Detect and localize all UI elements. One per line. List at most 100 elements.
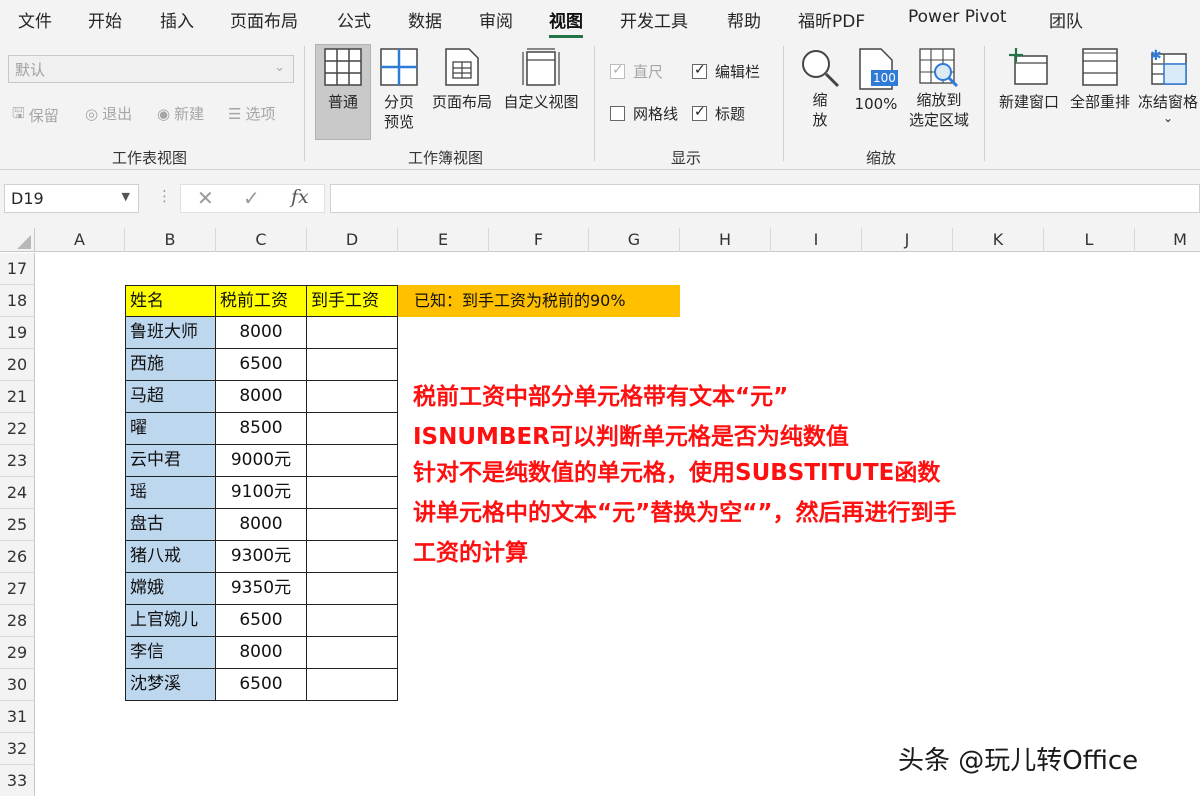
name-cell[interactable]: 沈梦溪 bbox=[125, 669, 216, 701]
column-header-G[interactable]: G bbox=[589, 228, 680, 252]
net-salary-cell[interactable] bbox=[307, 477, 398, 509]
net-salary-cell[interactable] bbox=[307, 509, 398, 541]
column-header-A[interactable]: A bbox=[35, 228, 125, 252]
insert-function-icon[interactable]: fx bbox=[291, 186, 309, 208]
row-header-30[interactable]: 30 bbox=[0, 669, 35, 701]
enter-icon[interactable]: ✓ bbox=[243, 186, 260, 210]
ruler-checkbox[interactable]: 直尺 bbox=[610, 61, 663, 82]
row-header-20[interactable]: 20 bbox=[0, 349, 35, 381]
tab-6[interactable]: 审阅 bbox=[479, 7, 513, 32]
net-salary-cell[interactable] bbox=[307, 349, 398, 381]
table-header-cell[interactable]: 姓名 bbox=[125, 285, 216, 317]
freeze-panes-button[interactable]: ✱ 冻结窗格 ⌄ bbox=[1136, 48, 1200, 124]
note-cell[interactable]: 已知：到手工资为税前的90% bbox=[398, 285, 680, 317]
row-header-28[interactable]: 28 bbox=[0, 605, 35, 637]
row-header-26[interactable]: 26 bbox=[0, 541, 35, 573]
row-header-29[interactable]: 29 bbox=[0, 637, 35, 669]
column-header-C[interactable]: C bbox=[216, 228, 307, 252]
name-cell[interactable]: 李信 bbox=[125, 637, 216, 669]
options-button[interactable]: ☰ 选项 bbox=[228, 103, 275, 124]
name-cell[interactable]: 马超 bbox=[125, 381, 216, 413]
name-cell[interactable]: 云中君 bbox=[125, 445, 216, 477]
net-salary-cell[interactable] bbox=[307, 381, 398, 413]
tab-8[interactable]: 开发工具 bbox=[620, 7, 688, 32]
salary-cell[interactable]: 8000 bbox=[216, 381, 307, 413]
resize-handle-icon[interactable]: ⋮ bbox=[157, 187, 172, 205]
zoom-to-selection-button[interactable]: 缩放到 选定区域 bbox=[904, 48, 974, 130]
tab-3[interactable]: 页面布局 bbox=[230, 7, 298, 32]
name-cell[interactable]: 猪八戒 bbox=[125, 541, 216, 573]
net-salary-cell[interactable] bbox=[307, 605, 398, 637]
name-box[interactable]: D19 ▼ bbox=[4, 184, 139, 213]
net-salary-cell[interactable] bbox=[307, 445, 398, 477]
custom-view-button[interactable]: 自定义视图 bbox=[500, 48, 582, 112]
normal-view-button[interactable]: 普通 bbox=[318, 48, 368, 112]
salary-cell[interactable]: 8000 bbox=[216, 317, 307, 349]
net-salary-cell[interactable] bbox=[307, 669, 398, 701]
arrange-all-button[interactable]: 全部重排 bbox=[1066, 48, 1134, 112]
tab-1[interactable]: 开始 bbox=[88, 7, 122, 32]
cancel-icon[interactable]: ✕ bbox=[197, 186, 214, 210]
row-header-24[interactable]: 24 bbox=[0, 477, 35, 509]
column-header-D[interactable]: D bbox=[307, 228, 398, 252]
page-break-preview-button[interactable]: 分页 预览 bbox=[376, 48, 422, 132]
salary-cell[interactable]: 9300元 bbox=[216, 541, 307, 573]
row-header-23[interactable]: 23 bbox=[0, 445, 35, 477]
gridlines-checkbox[interactable]: 网格线 bbox=[610, 103, 678, 124]
tab-5[interactable]: 数据 bbox=[408, 7, 442, 32]
salary-cell[interactable]: 6500 bbox=[216, 669, 307, 701]
exit-button[interactable]: ◎ 退出 bbox=[85, 103, 132, 124]
formula-bar-checkbox[interactable]: 编辑栏 bbox=[692, 61, 760, 82]
tab-4[interactable]: 公式 bbox=[337, 7, 371, 32]
tab-7[interactable]: 视图 bbox=[549, 7, 583, 38]
row-header-32[interactable]: 32 bbox=[0, 733, 35, 765]
salary-cell[interactable]: 9350元 bbox=[216, 573, 307, 605]
tab-11[interactable]: Power Pivot bbox=[908, 7, 1007, 27]
column-header-J[interactable]: J bbox=[862, 228, 953, 252]
name-cell[interactable]: 瑶 bbox=[125, 477, 216, 509]
row-header-19[interactable]: 19 bbox=[0, 317, 35, 349]
salary-cell[interactable]: 8500 bbox=[216, 413, 307, 445]
zoom-100-button[interactable]: 100 100% bbox=[852, 48, 900, 114]
tab-10[interactable]: 福昕PDF bbox=[798, 7, 865, 32]
column-header-H[interactable]: H bbox=[680, 228, 771, 252]
salary-cell[interactable]: 8000 bbox=[216, 637, 307, 669]
salary-cell[interactable]: 6500 bbox=[216, 349, 307, 381]
name-cell[interactable]: 西施 bbox=[125, 349, 216, 381]
new-view-button[interactable]: ◉ 新建 bbox=[157, 103, 204, 124]
select-all-corner[interactable] bbox=[0, 228, 35, 252]
name-cell[interactable]: 嫦娥 bbox=[125, 573, 216, 605]
net-salary-cell[interactable] bbox=[307, 637, 398, 669]
row-header-22[interactable]: 22 bbox=[0, 413, 35, 445]
zoom-button[interactable]: 缩 放 bbox=[797, 48, 843, 130]
table-header-cell[interactable]: 到手工资 bbox=[307, 285, 398, 317]
table-header-cell[interactable]: 税前工资 bbox=[216, 285, 307, 317]
column-header-E[interactable]: E bbox=[398, 228, 489, 252]
net-salary-cell[interactable] bbox=[307, 573, 398, 605]
net-salary-cell[interactable] bbox=[307, 317, 398, 349]
row-header-27[interactable]: 27 bbox=[0, 573, 35, 605]
row-header-33[interactable]: 33 bbox=[0, 765, 35, 796]
sheet-view-select[interactable]: 默认 ⌄ bbox=[8, 55, 294, 83]
column-header-L[interactable]: L bbox=[1044, 228, 1135, 252]
name-cell[interactable]: 盘古 bbox=[125, 509, 216, 541]
formula-input[interactable] bbox=[330, 184, 1200, 213]
tab-2[interactable]: 插入 bbox=[160, 7, 194, 32]
row-header-18[interactable]: 18 bbox=[0, 285, 35, 317]
name-cell[interactable]: 上官婉儿 bbox=[125, 605, 216, 637]
row-header-31[interactable]: 31 bbox=[0, 701, 35, 733]
salary-cell[interactable]: 9000元 bbox=[216, 445, 307, 477]
net-salary-cell[interactable] bbox=[307, 541, 398, 573]
column-header-I[interactable]: I bbox=[771, 228, 862, 252]
headings-checkbox[interactable]: 标题 bbox=[692, 103, 745, 124]
tab-12[interactable]: 团队 bbox=[1049, 7, 1083, 32]
row-header-25[interactable]: 25 bbox=[0, 509, 35, 541]
tab-0[interactable]: 文件 bbox=[18, 7, 52, 32]
net-salary-cell[interactable] bbox=[307, 413, 398, 445]
column-header-M[interactable]: M bbox=[1135, 228, 1200, 252]
tab-9[interactable]: 帮助 bbox=[727, 7, 761, 32]
row-header-21[interactable]: 21 bbox=[0, 381, 35, 413]
new-window-button[interactable]: 新建窗口 bbox=[996, 48, 1062, 112]
salary-cell[interactable]: 9100元 bbox=[216, 477, 307, 509]
column-header-B[interactable]: B bbox=[125, 228, 216, 252]
